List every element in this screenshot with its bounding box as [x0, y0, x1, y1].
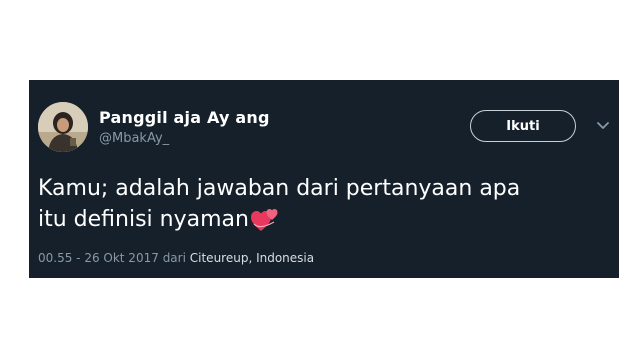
from-label: dari [162, 251, 186, 265]
tweet-card: Panggil aja Ay ang @MbakAy_ Ikuti Kamu; … [29, 80, 619, 278]
chevron-down-icon[interactable] [596, 118, 610, 132]
avatar[interactable] [38, 102, 88, 152]
tweet-meta: 00.55 - 26 Okt 2017 dari Citeureup, Indo… [38, 251, 314, 265]
tweet-text: Kamu; adalah jawaban dari pertanyaan apa… [38, 173, 598, 241]
tweet-text-line-2-text: itu definisi nyaman [38, 207, 249, 232]
avatar-image [38, 102, 88, 152]
tweet-text-line-1: Kamu; adalah jawaban dari pertanyaan apa [38, 176, 521, 201]
username[interactable]: @MbakAy_ [99, 131, 169, 146]
follow-button[interactable]: Ikuti [470, 110, 576, 142]
revolving-hearts-icon [250, 206, 280, 241]
tweet-text-line-2: itu definisi nyaman [38, 204, 598, 241]
timestamp[interactable]: 00.55 - 26 Okt 2017 [38, 251, 159, 265]
location-link[interactable]: Citeureup, Indonesia [190, 251, 314, 265]
display-name[interactable]: Panggil aja Ay ang [99, 108, 270, 127]
